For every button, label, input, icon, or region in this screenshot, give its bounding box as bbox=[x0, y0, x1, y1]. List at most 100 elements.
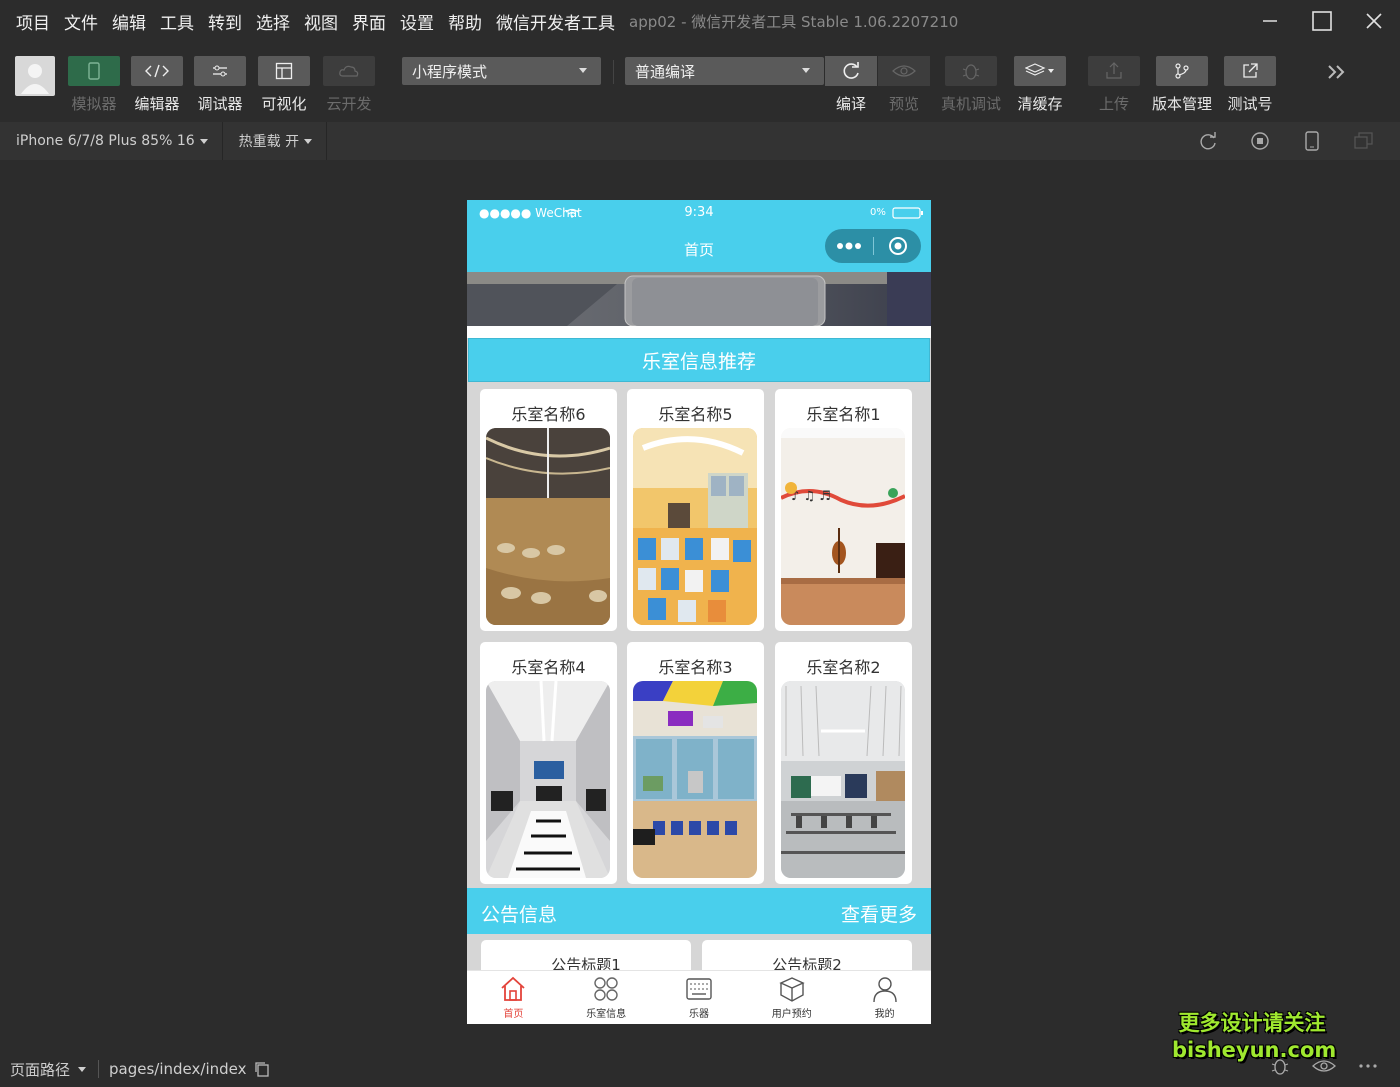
real-debug-button[interactable]: 真机调试 bbox=[941, 56, 1001, 114]
tab-home[interactable]: 首页 bbox=[467, 971, 560, 1024]
tab-label: 乐器 bbox=[688, 1009, 709, 1020]
detach-button[interactable] bbox=[1338, 132, 1390, 150]
hot-reload-select[interactable]: 热重载 开 bbox=[223, 131, 313, 151]
room-image bbox=[486, 681, 610, 878]
visual-label: 可视化 bbox=[261, 95, 307, 113]
compile-label: 编译 bbox=[835, 95, 866, 113]
room-image: ♪ ♫ ♬ bbox=[781, 428, 905, 625]
clear-cache-button[interactable]: 清缓存 bbox=[1013, 56, 1067, 114]
simulator-label: 模拟器 bbox=[71, 95, 117, 113]
tab-instruments[interactable]: 乐器 bbox=[653, 971, 746, 1024]
phone-simulator: ●●●●● WeChat 9:34 0% 首页 乐室信息推荐 乐室名称6 乐室名… bbox=[467, 200, 931, 1024]
status-time: 9:34 bbox=[684, 205, 714, 220]
room-image bbox=[781, 681, 905, 878]
colorful-classroom-photo bbox=[633, 681, 757, 878]
tab-label: 首页 bbox=[503, 1009, 524, 1020]
watermark-line2: bisheyun.com bbox=[1172, 1038, 1337, 1062]
visual-button[interactable]: 可视化 bbox=[257, 56, 311, 114]
subbar-divider bbox=[326, 122, 328, 160]
cloud-label: 云开发 bbox=[326, 95, 372, 113]
battery-percent: 0% bbox=[870, 207, 886, 218]
user-icon bbox=[872, 977, 897, 1003]
close-miniapp-button[interactable] bbox=[874, 236, 921, 256]
tab-room-info[interactable]: 乐室信息 bbox=[560, 971, 653, 1024]
menu-interface[interactable]: 界面 bbox=[352, 9, 386, 34]
minimize-button[interactable] bbox=[1244, 0, 1296, 42]
stop-button[interactable] bbox=[1234, 131, 1286, 151]
editor-button[interactable]: 编辑器 bbox=[130, 56, 184, 114]
tab-label: 乐室信息 bbox=[586, 1009, 627, 1020]
room-card[interactable]: 乐室名称2 bbox=[775, 642, 912, 884]
more-options-button[interactable] bbox=[1346, 1055, 1390, 1077]
rotate-icon bbox=[1200, 132, 1216, 150]
toolbar-divider bbox=[613, 60, 614, 84]
banner-image[interactable] bbox=[467, 272, 931, 326]
device-frame-button[interactable] bbox=[1286, 131, 1338, 151]
auditorium-photo bbox=[486, 428, 610, 625]
menu-project[interactable]: 项目 bbox=[16, 9, 50, 34]
menu-edit[interactable]: 编辑 bbox=[112, 9, 146, 34]
watermark: 更多设计请关注 bisheyun.com bbox=[1172, 1010, 1337, 1064]
tab-reservations[interactable]: 用户预约 bbox=[745, 971, 838, 1024]
room-card[interactable]: 乐室名称3 bbox=[627, 642, 764, 884]
room-card[interactable]: 乐室名称1 ♪ ♫ ♬ bbox=[775, 389, 912, 631]
debugger-button[interactable]: 调试器 bbox=[193, 56, 247, 114]
menu-view[interactable]: 视图 bbox=[304, 9, 338, 34]
room-card[interactable]: 乐室名称4 bbox=[480, 642, 617, 884]
battery-icon bbox=[892, 207, 923, 219]
maximize-button[interactable] bbox=[1296, 0, 1348, 42]
rotate-button[interactable] bbox=[1182, 131, 1234, 151]
phone-nav-bar: 首页 bbox=[467, 226, 931, 272]
home-icon bbox=[501, 976, 525, 1001]
room-image bbox=[486, 428, 610, 625]
compile-button[interactable]: 编译 bbox=[824, 56, 878, 114]
mobile-icon bbox=[1305, 131, 1319, 151]
status-divider bbox=[98, 1060, 100, 1078]
menu-select[interactable]: 选择 bbox=[256, 9, 290, 34]
room-name: 乐室名称6 bbox=[511, 405, 586, 424]
version-button[interactable]: 版本管理 bbox=[1152, 56, 1213, 114]
minimize-icon bbox=[1263, 20, 1277, 22]
room-card[interactable]: 乐室名称6 bbox=[480, 389, 617, 631]
menu-help[interactable]: 帮助 bbox=[448, 9, 482, 34]
lecture-hall-photo bbox=[781, 681, 905, 878]
mode-select[interactable]: 小程序模式 bbox=[402, 57, 601, 85]
copy-icon[interactable] bbox=[254, 1061, 270, 1077]
avatar[interactable] bbox=[15, 56, 55, 96]
cloud-button[interactable]: 云开发 bbox=[322, 56, 376, 114]
branch-icon bbox=[1175, 63, 1189, 79]
test-account-button[interactable]: 测试号 bbox=[1223, 56, 1277, 114]
menu-file[interactable]: 文件 bbox=[64, 9, 98, 34]
menu-tools[interactable]: 工具 bbox=[160, 9, 194, 34]
compile-select[interactable]: 普通编译 bbox=[625, 57, 824, 85]
capsule-menu bbox=[825, 229, 921, 263]
simulator-button[interactable]: 模拟器 bbox=[67, 56, 121, 114]
cloud-icon bbox=[339, 65, 359, 77]
layout-icon bbox=[275, 62, 293, 80]
upload-button[interactable]: 上传 bbox=[1087, 56, 1141, 114]
close-button[interactable] bbox=[1348, 0, 1400, 42]
preview-button[interactable]: 预览 bbox=[877, 56, 931, 114]
room-card[interactable]: 乐室名称5 bbox=[627, 389, 764, 631]
notice-title: 公告信息 bbox=[481, 904, 558, 926]
page-path-select[interactable]: 页面路径 bbox=[0, 1059, 87, 1080]
device-select[interactable]: iPhone 6/7/8 Plus 85% 16 bbox=[0, 133, 208, 149]
chevron-down-icon bbox=[199, 138, 208, 144]
more-tools-button[interactable] bbox=[1326, 64, 1348, 84]
room-name: 乐室名称4 bbox=[511, 658, 586, 677]
room-image bbox=[633, 428, 757, 625]
version-label: 版本管理 bbox=[1152, 95, 1213, 113]
menu-devtools[interactable]: 微信开发者工具 bbox=[496, 9, 615, 34]
target-icon bbox=[888, 237, 907, 255]
tab-mine[interactable]: 我的 bbox=[838, 971, 931, 1024]
upload-icon bbox=[1106, 62, 1122, 79]
room-name: 乐室名称5 bbox=[658, 405, 733, 424]
recommend-title-text: 乐室信息推荐 bbox=[641, 350, 756, 373]
more-button[interactable] bbox=[825, 242, 873, 250]
eye-icon bbox=[892, 65, 916, 77]
editor-label: 编辑器 bbox=[134, 95, 180, 113]
menu-settings[interactable]: 设置 bbox=[400, 9, 434, 34]
menu-goto[interactable]: 转到 bbox=[208, 9, 242, 34]
view-more-link[interactable]: 查看更多 bbox=[841, 900, 917, 927]
box-icon bbox=[779, 977, 805, 1002]
